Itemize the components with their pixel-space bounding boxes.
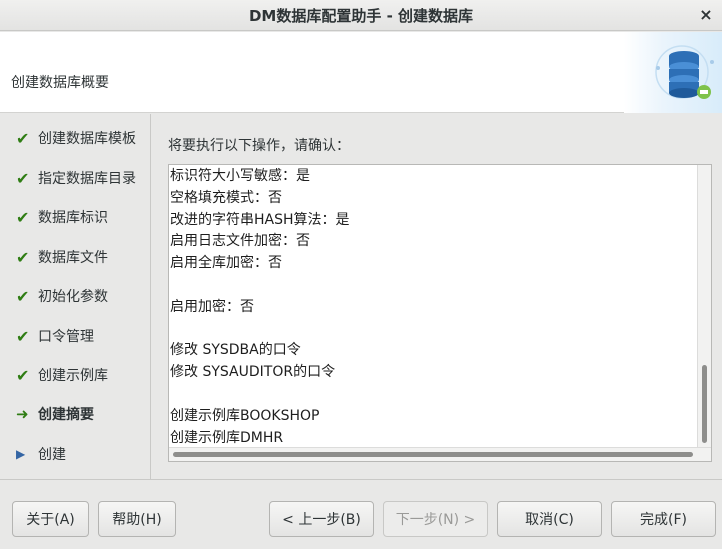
window-titlebar: DM数据库配置助手 - 创建数据库 × xyxy=(0,0,722,31)
summary-lines: 标识符大小写敏感：是 空格填充模式：否改进的字符串HASH算法：是 启用日志文件加密… xyxy=(170,166,350,449)
window-title: DM数据库配置助手 - 创建数据库 xyxy=(248,6,474,25)
summary-line: 创建示例库BOOKSHOP xyxy=(170,407,320,424)
sidebar-step-7: ➜ 创建摘要 xyxy=(16,402,94,426)
sidebar-step-label: 口令管理 xyxy=(38,329,94,345)
page-header: 创建数据库概要 xyxy=(0,32,722,113)
previous-button[interactable]: < 上一步(B) xyxy=(269,501,374,537)
sidebar-step-label: 创建 xyxy=(38,447,66,463)
sidebar-step-label: 创建示例库 xyxy=(38,368,108,384)
sidebar-step-label: 创建数据库模板 xyxy=(38,131,136,147)
about-button[interactable]: 关于(A) xyxy=(12,501,89,537)
steps-sidebar: ✔ 创建数据库模板 ✔ 指定数据库目录 ✔ 数据库标识 ✔ 数据库文件 ✔ 初始化参数 ✔ 口令管理 ✔… xyxy=(0,114,151,479)
summary-line xyxy=(170,319,350,341)
horizontal-scrollbar[interactable] xyxy=(169,447,711,461)
sidebar-step-0: ✔ 创建数据库模板 xyxy=(16,126,136,150)
summary-line xyxy=(170,275,350,297)
check-icon: ✔ xyxy=(16,326,30,346)
summary-textbox[interactable]: 标识符大小写敏感：是 空格填充模式：否改进的字符串HASH算法：是 启用日志文件加密… xyxy=(168,164,712,462)
button-bar: 关于(A) 帮助(H) < 上一步(B) 下一步(N) > 取消(C) 完成(F… xyxy=(0,479,722,549)
sidebar-step-2: ✔ 数据库标识 xyxy=(16,205,108,229)
confirm-label: 将要执行以下操作，请确认： xyxy=(168,138,350,154)
vertical-scrollbar[interactable] xyxy=(697,165,711,447)
summary-line: 标识符大小写敏感：是 xyxy=(170,168,310,184)
arrow-right-icon: ➜ xyxy=(16,405,29,423)
check-icon: ✔ xyxy=(16,128,30,148)
sidebar-step-1: ✔ 指定数据库目录 xyxy=(16,166,136,190)
summary-line: 空格填充模式：否 xyxy=(170,189,282,206)
sidebar-step-3: ✔ 数据库文件 xyxy=(16,245,108,269)
database-settings-icon xyxy=(624,32,722,113)
check-icon: ✔ xyxy=(16,286,30,306)
cancel-button[interactable]: 取消(C) xyxy=(497,501,602,537)
sidebar-step-label: 数据库文件 xyxy=(38,250,108,266)
sidebar-step-label: 指定数据库目录 xyxy=(38,171,136,187)
sidebar-step-label: 创建摘要 xyxy=(38,407,94,423)
sidebar-step-label: 初始化参数 xyxy=(38,289,108,305)
vertical-scrollbar-thumb[interactable] xyxy=(702,365,707,443)
summary-line: 启用加密：否 xyxy=(170,298,254,315)
summary-line: 修改 SYSDBA的口令 xyxy=(170,342,301,359)
summary-panel: 将要执行以下操作，请确认： 标识符大小写敏感：是 空格填充模式：否改进的字符串HA… xyxy=(152,114,722,479)
page-title: 创建数据库概要 xyxy=(11,75,109,91)
summary-line: 启用日志文件加密：否 xyxy=(170,233,310,250)
sidebar-step-6: ✔ 创建示例库 xyxy=(16,363,108,387)
horizontal-scrollbar-thumb[interactable] xyxy=(173,452,693,457)
sidebar-step-label: 数据库标识 xyxy=(38,210,108,226)
check-icon: ✔ xyxy=(16,207,30,227)
close-icon[interactable]: × xyxy=(696,5,716,25)
check-icon: ✔ xyxy=(16,247,30,267)
summary-line: 修改 SYSAUDITOR的口令 xyxy=(170,364,336,381)
check-icon: ✔ xyxy=(16,365,30,385)
summary-line: 改进的字符串HASH算法：是 xyxy=(170,211,350,228)
next-button[interactable]: 下一步(N) > xyxy=(383,501,488,537)
summary-line xyxy=(170,384,350,406)
help-button[interactable]: 帮助(H) xyxy=(98,501,176,537)
finish-button[interactable]: 完成(F) xyxy=(611,501,716,537)
check-icon: ✔ xyxy=(16,168,30,188)
sidebar-step-8: ▶ 创建 xyxy=(16,442,66,466)
sidebar-step-4: ✔ 初始化参数 xyxy=(16,284,108,308)
summary-line: 启用全库加密：否 xyxy=(170,255,282,272)
sidebar-step-5: ✔ 口令管理 xyxy=(16,324,94,348)
triangle-right-icon: ▶ xyxy=(16,447,26,461)
